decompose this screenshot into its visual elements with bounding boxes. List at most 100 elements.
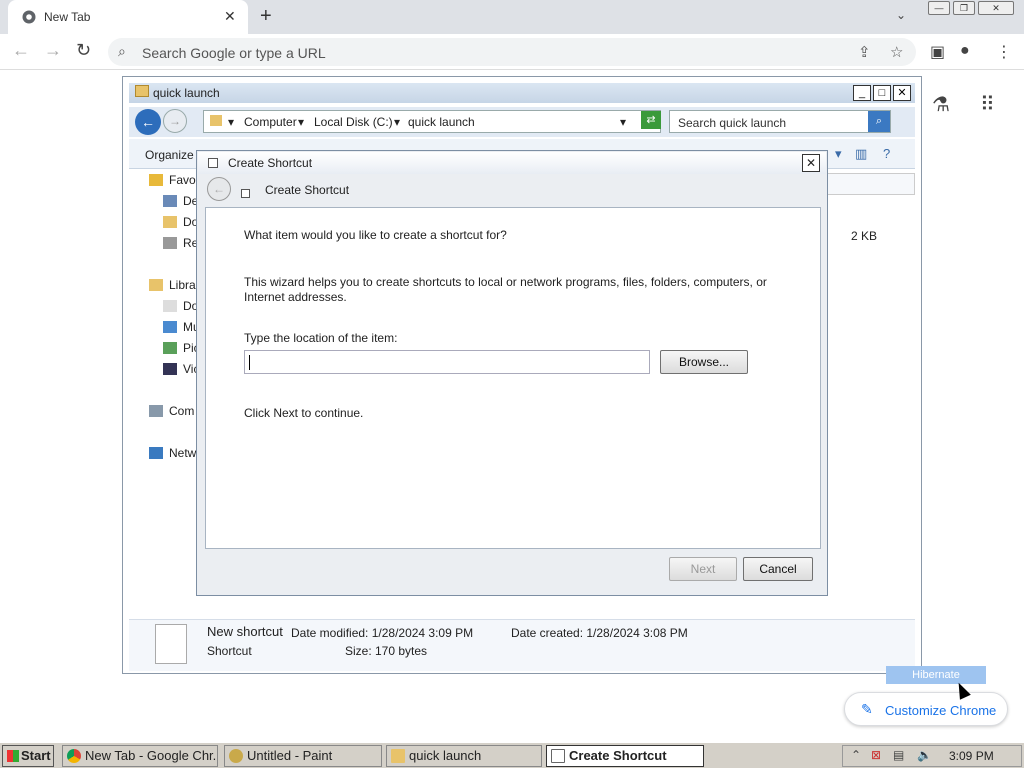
- videos-icon: [163, 363, 177, 375]
- chrome-toolbar: ← → ↻ ⌕ Search Google or type a URL ⇪ ☆ …: [0, 34, 1024, 70]
- shortcut-icon: [208, 158, 218, 168]
- wizard-back-icon[interactable]: ←: [207, 177, 231, 201]
- nav-item-libraries[interactable]: Libra: [149, 278, 196, 296]
- taskbar-item-quick-launch[interactable]: quick launch: [386, 745, 542, 767]
- chrome-tabstrip: New Tab ✕ + ⌄ — ❐ ✕: [0, 0, 1024, 34]
- reload-icon[interactable]: ↻: [76, 40, 91, 61]
- chrome-icon: [67, 749, 81, 763]
- pictures-icon: [163, 342, 177, 354]
- nav-item-favorites[interactable]: Favo: [149, 173, 196, 191]
- taskbar-item-create-shortcut[interactable]: Create Shortcut: [546, 745, 704, 767]
- organize-menu[interactable]: Organize: [145, 148, 194, 162]
- restore-window-button[interactable]: ❐: [953, 1, 975, 15]
- apps-grid-icon[interactable]: ⠿: [980, 92, 995, 117]
- explorer-forward-icon[interactable]: →: [163, 109, 187, 133]
- pencil-icon: ✎: [861, 701, 873, 717]
- close-window-button[interactable]: ✕: [978, 1, 1014, 15]
- nav-item-documents[interactable]: Do: [163, 299, 198, 317]
- browse-button[interactable]: Browse...: [660, 350, 748, 374]
- network-warning-icon[interactable]: ⊠: [871, 748, 881, 762]
- start-button[interactable]: Start: [2, 745, 54, 767]
- nav-item-pictures[interactable]: Pic: [163, 341, 200, 359]
- explorer-close-button[interactable]: ✕: [893, 85, 911, 101]
- breadcrumb-computer[interactable]: Computer: [244, 115, 297, 129]
- bookmark-star-icon[interactable]: ☆: [890, 43, 903, 61]
- explorer-search-input[interactable]: Search quick launch ⌕: [669, 110, 891, 133]
- star-icon: [149, 174, 163, 186]
- nav-item-network[interactable]: Netw: [149, 446, 196, 464]
- help-icon[interactable]: ?: [883, 146, 890, 161]
- text-caret: [249, 355, 250, 370]
- recent-places-icon: [163, 237, 177, 249]
- taskbar-item-chrome[interactable]: New Tab - Google Chr...: [62, 745, 218, 767]
- side-panel-icon[interactable]: ▣: [930, 42, 945, 62]
- clock[interactable]: 3:09 PM: [949, 749, 994, 763]
- breadcrumb-local-disk[interactable]: Local Disk (C:): [314, 115, 393, 129]
- folder-icon: [391, 749, 405, 763]
- details-file-type: Shortcut: [207, 644, 252, 658]
- back-arrow-icon[interactable]: ←: [12, 40, 30, 61]
- dialog-close-button[interactable]: ✕: [802, 154, 820, 172]
- nav-item-desktop[interactable]: De: [163, 194, 198, 212]
- music-icon: [163, 321, 177, 333]
- refresh-icon[interactable]: ⇄: [641, 111, 661, 129]
- customize-chrome-button[interactable]: ✎ Customize Chrome: [844, 692, 1008, 726]
- documents-icon: [163, 300, 177, 312]
- tab-new-tab[interactable]: New Tab ✕: [8, 0, 248, 34]
- forward-arrow-icon[interactable]: →: [44, 40, 62, 61]
- labs-flask-icon[interactable]: ⚗: [932, 92, 950, 117]
- wizard-description: This wizard helps you to create shortcut…: [244, 275, 767, 304]
- details-file-name: New shortcut: [207, 624, 283, 639]
- omnibox[interactable]: ⌕ Search Google or type a URL ⇪ ☆: [108, 38, 916, 66]
- tab-close-icon[interactable]: ✕: [224, 8, 236, 25]
- continue-hint: Click Next to continue.: [244, 406, 364, 420]
- view-options-icon[interactable]: ▾: [835, 146, 842, 162]
- omnibox-placeholder: Search Google or type a URL: [142, 45, 326, 61]
- breadcrumb-arrow-icon[interactable]: ▾: [228, 115, 234, 129]
- explorer-search-placeholder: Search quick launch: [678, 116, 787, 130]
- next-button[interactable]: Next: [669, 557, 737, 581]
- taskbar: Start New Tab - Google Chr... Untitled -…: [0, 742, 1024, 768]
- details-size: Size: 170 bytes: [345, 644, 428, 658]
- nav-item-videos[interactable]: Vic: [163, 362, 199, 380]
- tab-search-chevron-icon[interactable]: ⌄: [896, 8, 906, 22]
- create-shortcut-dialog: Create Shortcut ✕ ← Create Shortcut What…: [196, 150, 828, 596]
- explorer-address-row: ← → ▾ Computer ▾ Local Disk (C:) ▾ quick…: [129, 107, 915, 137]
- search-icon: ⌕: [118, 43, 126, 59]
- shortcut-small-icon: [241, 189, 250, 198]
- wizard-header: ← Create Shortcut: [197, 175, 827, 205]
- column-header[interactable]: [827, 173, 915, 195]
- computer-icon: [149, 405, 163, 417]
- profile-avatar-icon[interactable]: ●: [960, 42, 970, 60]
- location-label: Type the location of the item:: [244, 331, 398, 345]
- explorer-back-icon[interactable]: ←: [135, 109, 161, 135]
- preview-pane-icon[interactable]: ▥: [855, 146, 867, 162]
- address-bar[interactable]: ▾ Computer ▾ Local Disk (C:) ▾ quick lau…: [203, 110, 661, 133]
- breadcrumb-quick-launch[interactable]: quick launch: [408, 115, 475, 129]
- explorer-search-icon[interactable]: ⌕: [868, 111, 890, 132]
- chrome-menu-icon[interactable]: ⋮: [996, 42, 1012, 62]
- explorer-minimize-button[interactable]: _: [853, 85, 871, 101]
- address-folder-icon: [210, 115, 222, 126]
- system-tray: ⌃ ⊠ ▤ 🔈 3:09 PM: [842, 745, 1022, 767]
- breadcrumb-arrow-icon[interactable]: ▾: [298, 115, 304, 129]
- address-dropdown-icon[interactable]: ▾: [620, 115, 626, 129]
- nav-item-computer[interactable]: Com: [149, 404, 194, 422]
- cancel-button[interactable]: Cancel: [743, 557, 813, 581]
- breadcrumb-arrow-icon[interactable]: ▾: [394, 115, 400, 129]
- share-icon[interactable]: ⇪: [858, 43, 871, 61]
- taskbar-item-paint[interactable]: Untitled - Paint: [224, 745, 382, 767]
- nav-item-downloads[interactable]: Do: [163, 215, 198, 233]
- explorer-maximize-button[interactable]: □: [873, 85, 891, 101]
- tray-expand-icon[interactable]: ⌃: [851, 748, 861, 762]
- volume-muted-icon[interactable]: 🔈: [917, 748, 932, 762]
- tray-computer-icon[interactable]: ▤: [893, 748, 904, 762]
- dialog-titlebar: Create Shortcut ✕: [198, 152, 826, 174]
- minimize-window-button[interactable]: —: [928, 1, 950, 15]
- location-input[interactable]: [244, 350, 650, 374]
- details-date-created: Date created: 1/28/2024 3:08 PM: [511, 626, 688, 640]
- explorer-titlebar: quick launch _ □ ✕: [129, 83, 915, 103]
- new-tab-plus-icon[interactable]: +: [260, 5, 272, 28]
- nav-item-music[interactable]: Mu: [163, 320, 200, 338]
- desktop-icon: [163, 195, 177, 207]
